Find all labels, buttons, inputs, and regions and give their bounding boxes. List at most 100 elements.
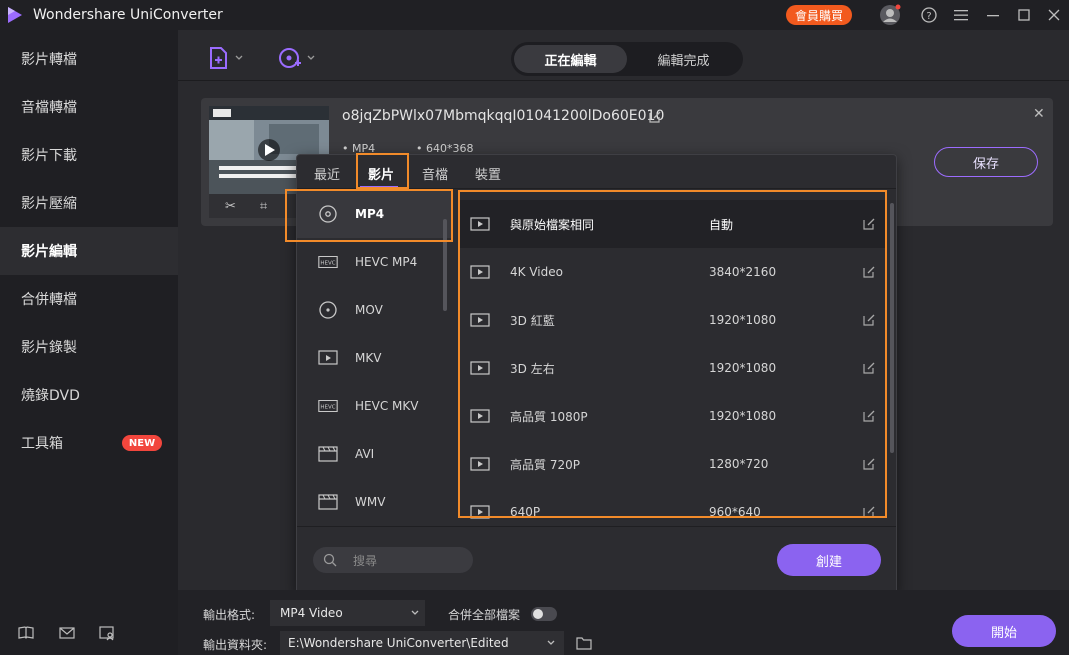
hevc-icon: HEVC (317, 397, 339, 415)
svg-text:?: ? (926, 11, 931, 22)
remove-file-icon[interactable]: ✕ (1033, 106, 1045, 122)
sidebar-item-video-compress[interactable]: 影片壓縮 (0, 179, 178, 227)
resolution-row[interactable]: 3D 紅藍 1920*1080 (460, 296, 886, 344)
format-popup: 最近 影片 音檔 裝置 MP4 HEVC HEVC MP4 MOV MKV HE… (296, 154, 897, 594)
chevron-down-icon (307, 55, 315, 60)
video-preset-icon (470, 216, 490, 232)
edit-preset-icon[interactable] (862, 505, 876, 519)
svg-text:HEVC: HEVC (320, 261, 335, 267)
format-item-hevc-mp4[interactable]: HEVC HEVC MP4 (297, 238, 451, 286)
output-folder-label: 輸出資料夾: (203, 638, 268, 652)
tab-editing[interactable]: 正在編輯 (514, 45, 627, 73)
video-preset-icon (470, 360, 490, 376)
resolution-list-scrollbar[interactable] (890, 203, 894, 453)
minimize-icon[interactable] (982, 4, 1004, 26)
mp4-disc-icon (317, 205, 339, 223)
sidebar-item-dvd-burn[interactable]: 燒錄DVD (0, 371, 178, 419)
member-purchase-button[interactable]: 會員購買 (786, 5, 852, 25)
maximize-icon[interactable] (1013, 4, 1035, 26)
tab-recent[interactable]: 最近 (314, 164, 340, 183)
user-screen-icon[interactable] (98, 624, 116, 642)
tab-audio[interactable]: 音檔 (422, 164, 448, 183)
edit-preset-icon[interactable] (862, 313, 876, 327)
tab-edit-done[interactable]: 編輯完成 (627, 45, 740, 73)
video-preset-icon (470, 408, 490, 424)
add-file-icon (210, 47, 227, 69)
edit-preset-icon[interactable] (862, 457, 876, 471)
chevron-down-icon (411, 610, 419, 615)
chevron-down-icon (547, 640, 555, 645)
resolution-list: 與原始檔案相同 自動 4K Video 3840*2160 3D 紅藍 1920… (460, 190, 886, 526)
sidebar-item-audio-convert[interactable]: 音檔轉檔 (0, 83, 178, 131)
sidebar: 影片轉檔 音檔轉檔 影片下載 影片壓縮 影片編輯 合併轉檔 影片錄製 燒錄DVD… (0, 30, 178, 655)
resolution-row[interactable]: 4K Video 3840*2160 (460, 248, 886, 296)
format-list: MP4 HEVC HEVC MP4 MOV MKV HEVC HEVC MKV … (297, 190, 451, 526)
format-search-input[interactable]: 搜尋 (313, 547, 473, 573)
file-name: o8jqZbPWlx07MbmqkqqI01041200lDo60E010 (342, 108, 665, 124)
format-item-mp4[interactable]: MP4 (297, 190, 451, 238)
tab-device[interactable]: 裝置 (475, 164, 501, 183)
add-media-button[interactable] (278, 44, 316, 72)
toggle-knob (533, 609, 543, 619)
popup-footer-divider (297, 526, 896, 527)
edit-preset-icon[interactable] (862, 265, 876, 279)
chevron-down-icon (235, 55, 243, 60)
search-placeholder: 搜尋 (353, 553, 378, 568)
help-icon[interactable]: ? (918, 4, 940, 26)
edit-status-switch: 正在編輯 編輯完成 (511, 42, 743, 76)
film-icon (317, 445, 339, 463)
merge-all-toggle[interactable] (531, 607, 557, 621)
resolution-row[interactable]: 3D 左右 1920*1080 (460, 344, 886, 392)
sidebar-item-video-download[interactable]: 影片下載 (0, 131, 178, 179)
add-file-button[interactable] (208, 44, 244, 72)
video-preset-icon (470, 504, 490, 520)
format-list-scrollbar[interactable] (443, 219, 447, 311)
output-format-label: 輸出格式: (203, 608, 256, 622)
tab-video[interactable]: 影片 (368, 164, 394, 183)
format-item-wmv[interactable]: WMV (297, 478, 451, 526)
app-logo-icon (5, 5, 25, 25)
video-preset-icon (470, 264, 490, 280)
active-tab-underline (360, 186, 398, 188)
edit-preset-icon[interactable] (862, 361, 876, 375)
trim-icon[interactable]: ✂ (225, 199, 236, 214)
search-icon (323, 553, 337, 567)
edit-preset-icon[interactable] (862, 409, 876, 423)
merge-all-label: 合併全部檔案 (448, 608, 521, 622)
crop-icon[interactable]: ⌗ (260, 199, 267, 214)
edit-preset-icon[interactable] (862, 217, 876, 231)
resolution-row[interactable]: 640P 960*640 (460, 488, 886, 536)
sidebar-item-toolbox[interactable]: 工具箱 NEW (0, 419, 178, 467)
title-bar: Wondershare UniConverter 會員購買 ? (0, 0, 1069, 30)
resolution-row[interactable]: 高品質 1080P 1920*1080 (460, 392, 886, 440)
save-button[interactable]: 保存 (934, 147, 1038, 177)
book-icon[interactable] (17, 624, 35, 642)
format-item-avi[interactable]: AVI (297, 430, 451, 478)
new-badge: NEW (122, 435, 162, 451)
format-tabs: 最近 影片 音檔 裝置 (297, 155, 896, 189)
menu-icon[interactable] (950, 4, 972, 26)
resolution-row[interactable]: 與原始檔案相同 自動 (460, 200, 886, 248)
hevc-icon: HEVC (317, 253, 339, 271)
close-icon[interactable] (1043, 4, 1065, 26)
start-button[interactable]: 開始 (952, 615, 1056, 647)
video-preset-icon (470, 456, 490, 472)
output-format-select[interactable]: MP4 Video (270, 600, 425, 626)
svg-text:HEVC: HEVC (320, 405, 335, 411)
bottom-bar: 輸出格式: MP4 Video 合併全部檔案 輸出資料夾: E:\Wonders… (178, 590, 1069, 655)
mail-icon[interactable] (58, 624, 76, 642)
sidebar-item-record[interactable]: 影片錄製 (0, 323, 178, 371)
sidebar-item-video-convert[interactable]: 影片轉檔 (0, 35, 178, 83)
format-item-mkv[interactable]: MKV (297, 334, 451, 382)
avatar-icon[interactable] (879, 4, 901, 26)
folder-icon[interactable] (576, 636, 592, 650)
rename-edit-icon[interactable] (648, 110, 662, 124)
output-folder-select[interactable]: E:\Wondershare UniConverter\Edited (280, 631, 564, 655)
sidebar-item-merge[interactable]: 合併轉檔 (0, 275, 178, 323)
sidebar-item-video-edit[interactable]: 影片編輯 (0, 227, 178, 275)
format-item-mov[interactable]: MOV (297, 286, 451, 334)
create-preset-button[interactable]: 創建 (777, 544, 881, 576)
mkv-icon (317, 349, 339, 367)
resolution-row[interactable]: 高品質 720P 1280*720 (460, 440, 886, 488)
format-item-hevc-mkv[interactable]: HEVC HEVC MKV (297, 382, 451, 430)
